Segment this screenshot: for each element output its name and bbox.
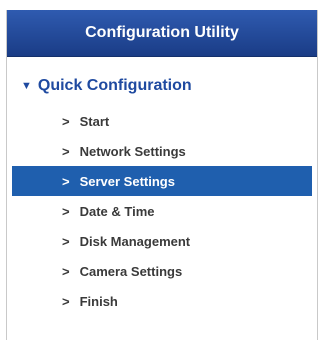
menu-item-date-time[interactable]: > Date & Time [7,196,317,226]
chevron-right-icon: > [62,233,70,249]
menu-item-camera-settings[interactable]: > Camera Settings [7,256,317,286]
triangle-down-icon: ▼ [21,79,32,92]
menu-item-start[interactable]: > Start [7,106,317,136]
chevron-right-icon: > [62,173,70,189]
section-title: Quick Configuration [37,77,192,94]
menu-item-network-settings[interactable]: > Network Settings [7,136,317,166]
menu-item-label: Start [79,113,110,129]
quick-configuration-section[interactable]: ▼ Quick Configuration [21,77,192,95]
menu-item-label: Finish [79,293,118,309]
chevron-right-icon: > [62,113,70,129]
quick-config-menu: > Start > Network Settings > Server Sett… [7,106,317,316]
chevron-right-icon: > [62,143,70,159]
chevron-right-icon: > [62,293,70,309]
menu-item-finish[interactable]: > Finish [7,286,317,316]
panel-title: Configuration Utility [85,24,239,41]
menu-item-label: Disk Management [79,233,191,249]
menu-item-label: Camera Settings [79,263,183,279]
menu-item-label: Date & Time [79,203,155,219]
menu-item-label: Server Settings [79,173,175,189]
chevron-right-icon: > [62,203,70,219]
menu-item-disk-management[interactable]: > Disk Management [7,226,317,256]
menu-item-server-settings[interactable]: > Server Settings [12,166,312,196]
panel-header: Configuration Utility [7,10,317,57]
menu-item-label: Network Settings [79,143,186,159]
chevron-right-icon: > [62,263,70,279]
config-panel: Configuration Utility ▼ Quick Configurat… [6,10,318,340]
